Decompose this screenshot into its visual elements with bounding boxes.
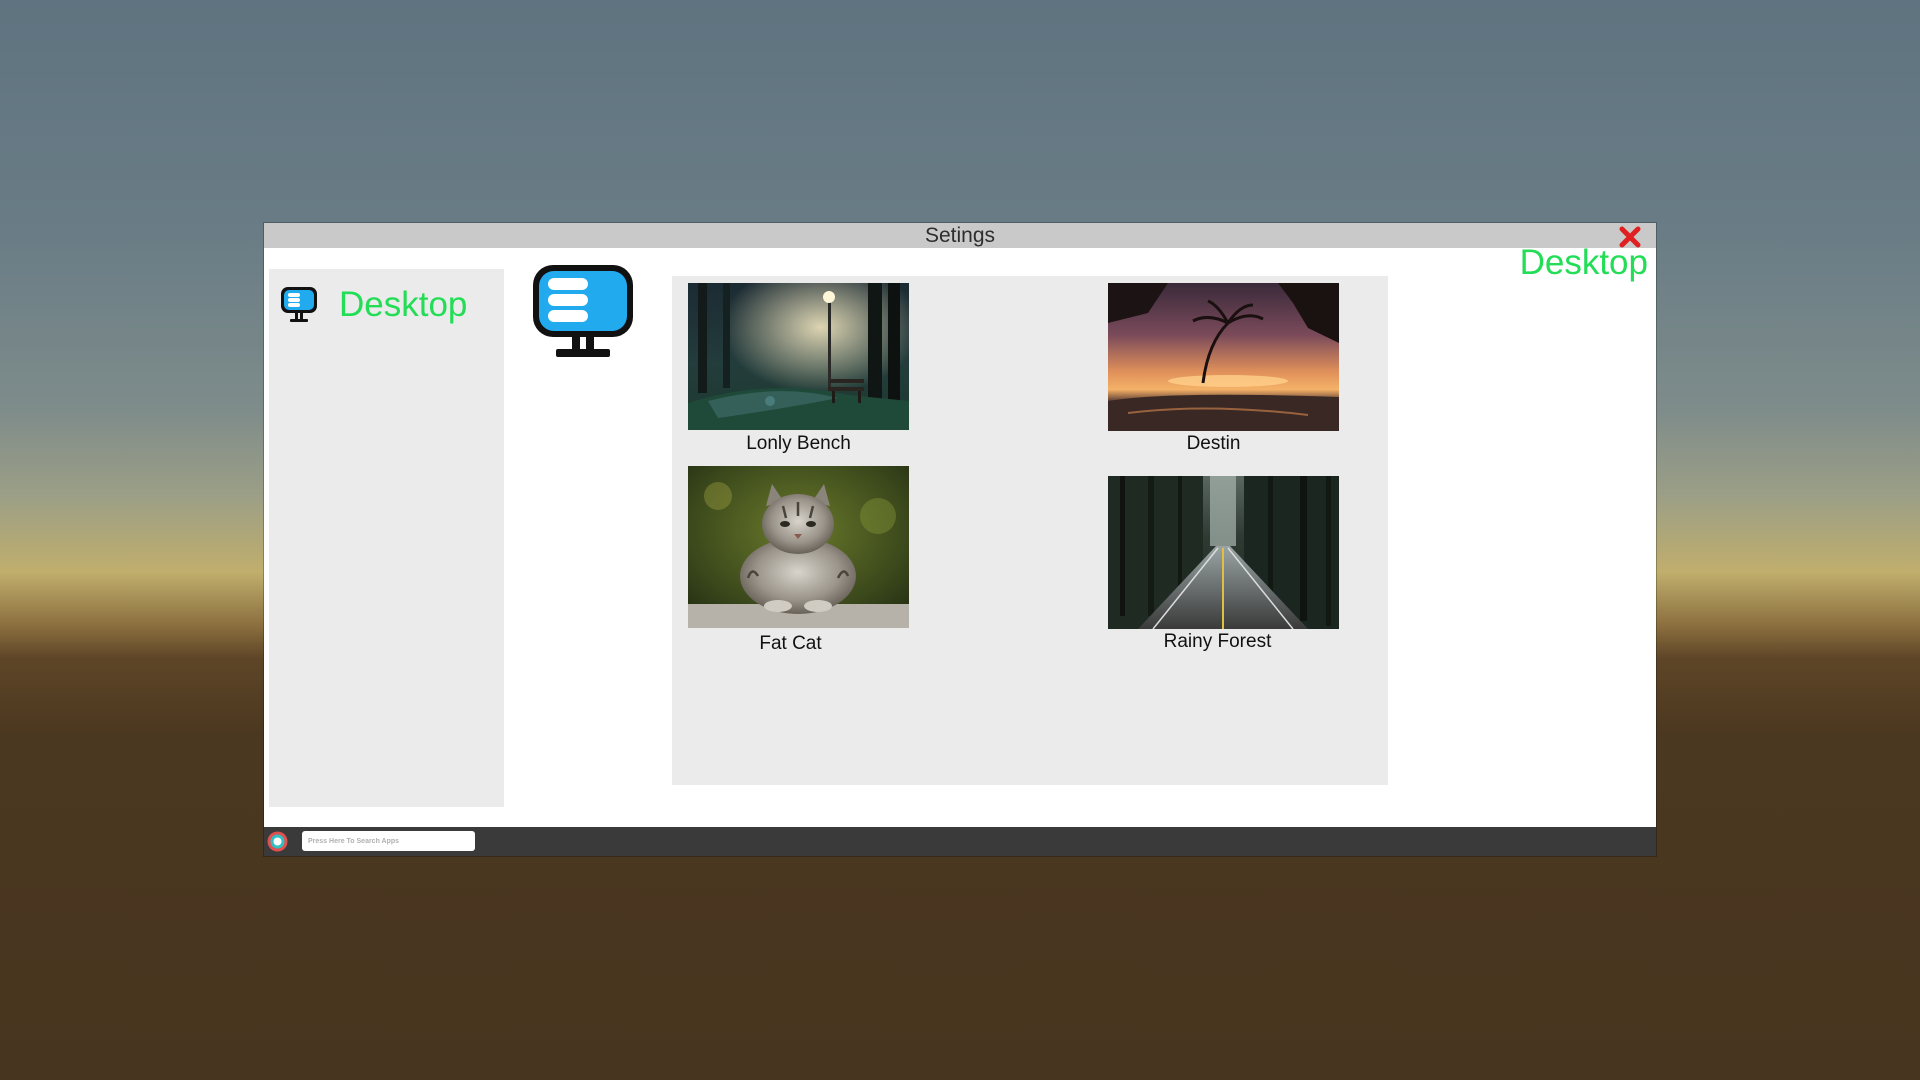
search-input[interactable]: [302, 831, 475, 851]
window-title: Setings: [924, 224, 996, 247]
start-orb-icon[interactable]: [267, 831, 288, 852]
sidebar-item-label: Desktop: [339, 285, 468, 324]
forest-road-image: [1108, 476, 1339, 629]
sidebar-item-desktop[interactable]: Desktop: [279, 281, 479, 329]
taskbar: [264, 827, 1656, 856]
wallpaper-option-fat-cat[interactable]: Fat Cat: [688, 466, 909, 654]
settings-window: Setings Desktop Desktop Lonly Bench Dest…: [264, 223, 1656, 856]
wallpaper-label: Destin: [1186, 433, 1241, 454]
wallpaper-panel: Lonly Bench Destin Fat Cat Rainy Forest: [672, 276, 1388, 785]
sunset-beach-palm-image: [1108, 283, 1339, 431]
monitor-icon: [533, 265, 633, 357]
title-bar[interactable]: Setings: [264, 223, 1656, 248]
tabby-cat-image: [688, 466, 909, 628]
wallpaper-label: Fat Cat: [759, 633, 822, 654]
wallpaper-label: Lonly Bench: [746, 433, 851, 454]
night-park-bench-image: [688, 283, 909, 430]
wallpaper-option-lonly-bench[interactable]: Lonly Bench: [688, 283, 909, 454]
monitor-icon: [281, 287, 317, 322]
wallpaper-option-rainy-forest[interactable]: Rainy Forest: [1108, 476, 1339, 652]
wallpaper-option-destin[interactable]: Destin: [1108, 283, 1339, 454]
wallpaper-label: Rainy Forest: [1163, 631, 1272, 652]
sidebar: Desktop: [269, 269, 504, 807]
section-title: Desktop: [1519, 243, 1648, 282]
